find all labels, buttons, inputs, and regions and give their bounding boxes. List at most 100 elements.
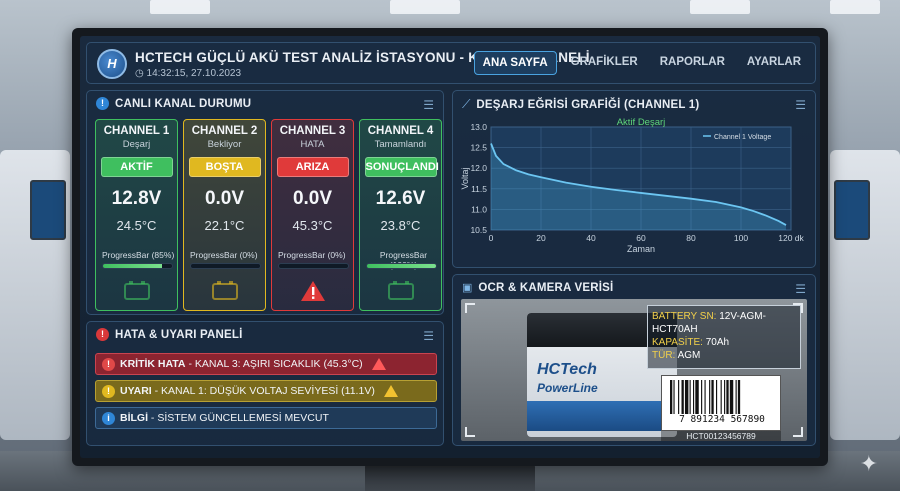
- ocr-value: 70Ah: [705, 337, 730, 348]
- barcode-bar: [729, 380, 734, 414]
- channels-panel: ! CANLI KANAL DURUMU ☰ CHANNEL 1 Deşarj AK…: [86, 90, 444, 315]
- app-logo: H: [97, 49, 127, 79]
- chart-panel-title: DEŞARJ EĞRİSİ GRAFİĞİ (CHANNEL 1): [476, 98, 700, 111]
- channel-card-2[interactable]: CHANNEL 2 Bekliyor BOŞTA 0.0V 22.1°C Progress…: [183, 119, 266, 311]
- alert-info[interactable]: i BİLGİ - SİSTEM GÜNCELLEMESİ MEVCUT: [95, 407, 437, 429]
- barcode-caption: HCT00123456789: [661, 431, 781, 441]
- ocr-panel: ▣ OCR & KAMERA VERİSİ ☰ HCTech PowerLine…: [452, 274, 816, 446]
- channel-name: CHANNEL 2: [191, 125, 258, 137]
- datetime-text: 14:32:15, 27.10.2023: [146, 68, 242, 79]
- camera-feed: HCTech PowerLine BATTERY SN: 12V-AGM-HCT…: [461, 299, 807, 441]
- alert-message: - KANAL 3: AŞIRI SICAKLIK (45.3°C): [185, 358, 363, 370]
- battery-icon: [388, 281, 414, 300]
- progress-label: ProgressBar (0%): [190, 250, 258, 260]
- top-header: H HCTECH GÜÇLÜ AKÜ TEST ANALİZ İSTASYONU…: [86, 42, 816, 84]
- menu-icon[interactable]: ☰: [423, 329, 434, 343]
- ocr-panel-title: OCR & KAMERA VERİSİ: [478, 281, 614, 294]
- nav-raporlar[interactable]: RAPORLAR: [652, 51, 733, 75]
- progress-label: ProgressBar (85%): [102, 250, 175, 260]
- nav-grafikler[interactable]: GRAFİKLER: [563, 51, 646, 75]
- menu-icon[interactable]: ☰: [795, 282, 806, 296]
- error-icon: !: [96, 328, 109, 341]
- chart-panel: ⟋ DEŞARJ EĞRİSİ GRAFİĞİ (CHANNEL 1) ☰ 10…: [452, 90, 816, 268]
- x-tick-label: 60: [636, 233, 646, 243]
- progress-fill: [367, 264, 436, 268]
- progress-label: ProgressBar (0%): [278, 250, 346, 260]
- x-tick-label: 40: [586, 233, 596, 243]
- menu-icon[interactable]: ☰: [795, 98, 806, 112]
- background-test-machine: [0, 150, 70, 440]
- barcode-bar: [670, 380, 673, 414]
- channel-card-3[interactable]: CHANNEL 3 HATA ARIZA 0.0V 45.3°C ProgressBar …: [271, 119, 354, 311]
- frame-corner: [465, 427, 475, 437]
- y-tick-label: 12.5: [470, 143, 487, 153]
- channel-voltage: 0.0V: [204, 188, 245, 209]
- channel-voltage: 12.6V: [375, 188, 426, 209]
- barcode-bar: [678, 380, 680, 414]
- barcode-bar: [735, 380, 737, 414]
- dashboard-screen: H HCTECH GÜÇLÜ AKÜ TEST ANALİZ İSTASYONU…: [80, 36, 820, 458]
- info-icon: i: [102, 411, 115, 425]
- y-tick-label: 11.0: [471, 204, 487, 214]
- channel-icon: [388, 280, 414, 305]
- alert-level: UYARI: [120, 385, 152, 397]
- ocr-result-box: BATTERY SN: 12V-AGM-HCT70AH KAPASİTE: 70…: [647, 305, 801, 369]
- progress-bar: [278, 263, 349, 269]
- alerts-panel-title: HATA & UYARI PANELİ: [115, 328, 243, 341]
- channels-panel-title: CANLI KANAL DURUMU: [115, 97, 252, 110]
- progress-bar: [190, 263, 261, 269]
- alert-text: BİLGİ - SİSTEM GÜNCELLEMESİ MEVCUT: [120, 412, 329, 424]
- frame-corner: [465, 303, 475, 313]
- barcode-bar: [689, 380, 691, 414]
- status-badge: ARIZA: [276, 157, 349, 177]
- chart-panel-header: ⟋ DEŞARJ EĞRİSİ GRAFİĞİ (CHANNEL 1): [462, 97, 699, 112]
- alert-critical[interactable]: ! KRİTİK HATA - KANAL 3: AŞIRI SICAKLIK …: [95, 353, 437, 375]
- channel-icon: [124, 280, 150, 305]
- x-tick-label: 120 dk: [778, 233, 804, 243]
- x-tick-label: 80: [686, 233, 696, 243]
- battery-icon: [212, 281, 238, 300]
- channel-temperature: 45.3°C: [292, 218, 333, 233]
- barcode-bar: [695, 380, 699, 414]
- ocr-label: KAPASİTE:: [652, 337, 706, 348]
- channel-cards: CHANNEL 1 Deşarj AKTİF 12.8V 24.5°C ProgressB…: [95, 119, 442, 311]
- info-icon: !: [96, 97, 109, 110]
- channels-panel-header: ! CANLI KANAL DURUMU: [96, 97, 251, 110]
- warning-icon: [301, 281, 325, 301]
- x-tick-label: 20: [536, 233, 546, 243]
- battery-stripe: [527, 401, 677, 431]
- nav-ana-sayfa[interactable]: ANA SAYFA: [473, 51, 557, 75]
- discharge-chart: 10.5 11.0 11.5 12.0 12.5 13.0 0 20 40 60 80 100 120 …: [460, 117, 805, 254]
- channel-icon: [300, 280, 326, 307]
- barcode-bar: [681, 380, 684, 414]
- nav-ayarlar[interactable]: AYARLAR: [739, 51, 809, 75]
- y-tick-label: 13.0: [470, 122, 487, 132]
- alert-warning[interactable]: ! UYARI - KANAL 1: DÜŞÜK VOLTAJ SEVİYESİ…: [95, 380, 437, 402]
- barcode-bars: [670, 380, 741, 414]
- channel-state: Bekliyor: [207, 139, 242, 150]
- alert-message: - SİSTEM GÜNCELLEMESİ MEVCUT: [148, 412, 329, 424]
- channel-name: CHANNEL 4: [367, 125, 434, 137]
- x-tick-label: 0: [489, 233, 494, 243]
- alert-level: KRİTİK HATA: [120, 358, 186, 370]
- barcode-bar: [726, 380, 729, 414]
- channel-card-4[interactable]: CHANNEL 4 Tamamlandı SONUÇLANDI 12.6V 23.8°C…: [359, 119, 442, 311]
- channel-name: CHANNEL 1: [103, 125, 170, 137]
- monitor-stand: [365, 463, 535, 491]
- barcode-bar: [704, 380, 706, 414]
- warning-icon: [383, 385, 398, 397]
- status-badge: SONUÇLANDI: [364, 157, 439, 177]
- frame-corner: [793, 427, 803, 437]
- x-tick-label: 100: [734, 233, 748, 243]
- channel-state: HATA: [300, 139, 325, 150]
- y-tick-label: 11.5: [471, 184, 487, 194]
- monitor: H HCTECH GÜÇLÜ AKÜ TEST ANALİZ İSTASYONU…: [72, 28, 828, 466]
- channel-temperature: 24.5°C: [116, 218, 157, 233]
- y-tick-label: 12.0: [470, 163, 487, 173]
- main-nav: ANA SAYFA GRAFİKLER RAPORLAR AYARLAR: [473, 51, 809, 75]
- channel-voltage: 12.8V: [111, 188, 162, 209]
- channel-card-1[interactable]: CHANNEL 1 Deşarj AKTİF 12.8V 24.5°C ProgressB…: [95, 119, 178, 311]
- menu-icon[interactable]: ☰: [423, 98, 434, 112]
- ceiling-light: [390, 0, 460, 14]
- ceiling-light: [690, 0, 750, 14]
